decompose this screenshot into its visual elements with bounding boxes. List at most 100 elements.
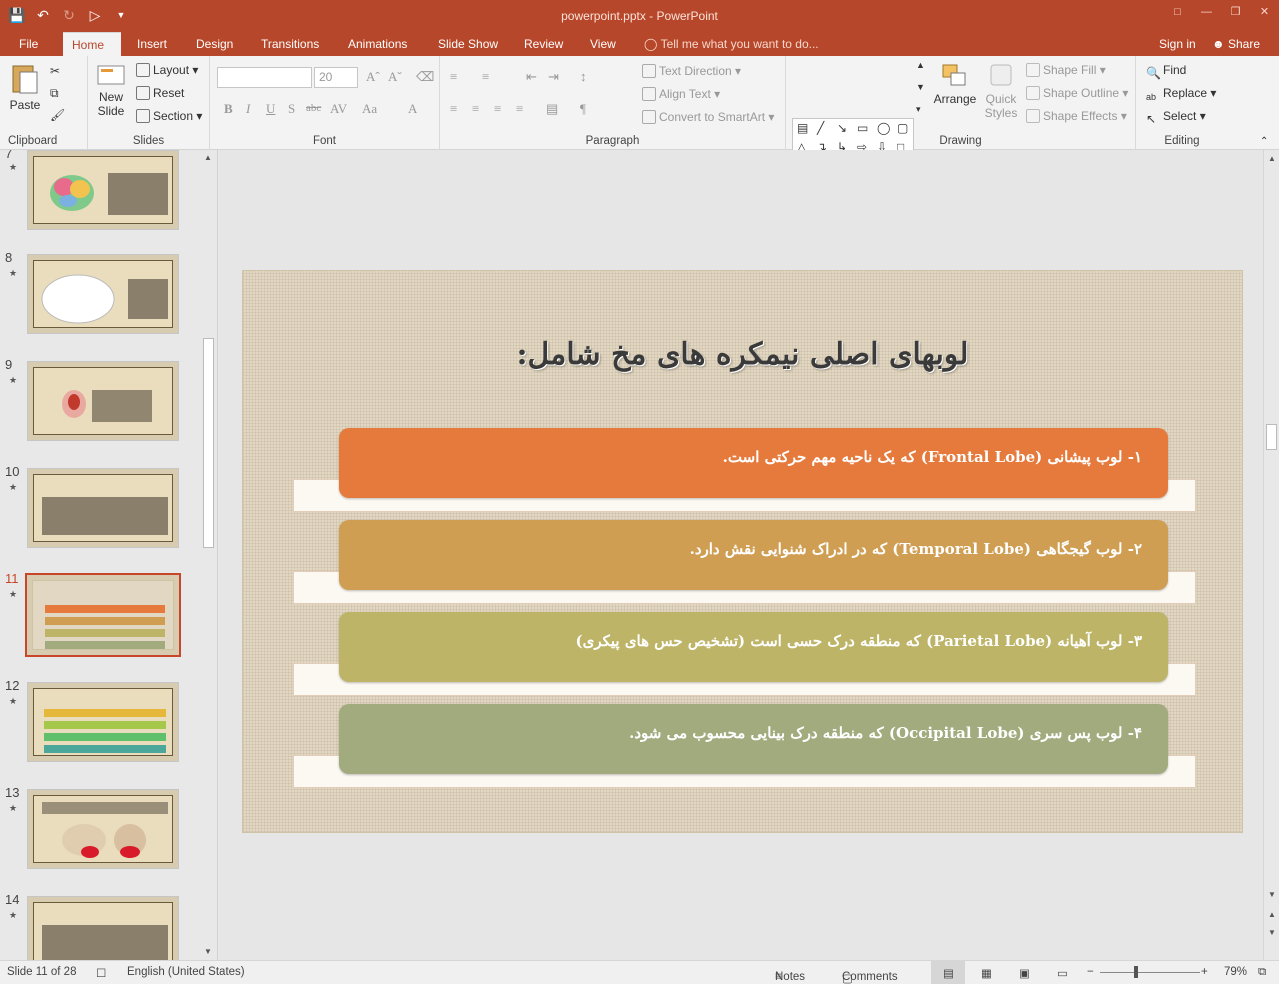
- font-size-field[interactable]: 20: [314, 67, 358, 88]
- arrange-button[interactable]: Arrange: [932, 62, 978, 106]
- lobe-item-4[interactable]: ۴- لوب پس سری (Occipital Lobe) که منطقه …: [339, 704, 1168, 774]
- find-button[interactable]: 🔍 Find: [1146, 63, 1186, 80]
- minimize-icon[interactable]: —: [1192, 0, 1221, 26]
- lobe-item-2[interactable]: ۲- لوب گیجگاهی (Temporal Lobe) که در ادر…: [339, 520, 1168, 590]
- tab-design[interactable]: Design: [187, 32, 242, 56]
- oval-shape-icon[interactable]: ◯: [877, 121, 890, 135]
- rectangle-shape-icon[interactable]: ▭: [857, 121, 868, 135]
- tab-slide-show[interactable]: Slide Show: [429, 32, 507, 56]
- zoom-slider-thumb[interactable]: [1134, 966, 1138, 978]
- format-painter-icon[interactable]: 🖌: [50, 108, 65, 122]
- strikethrough-icon[interactable]: abc: [306, 102, 321, 114]
- slide-thumbnail-12[interactable]: [27, 682, 179, 762]
- share-button[interactable]: ☻ Share: [1212, 32, 1260, 56]
- restore-icon[interactable]: ❐: [1221, 0, 1250, 26]
- tab-animations[interactable]: Animations: [339, 32, 416, 56]
- paste-button[interactable]: Paste: [8, 62, 42, 112]
- thumbnail-scrollbar[interactable]: ▲ ▼: [201, 150, 216, 960]
- arrow-line-shape-icon[interactable]: ↘: [837, 121, 847, 135]
- spell-check-icon[interactable]: ☐: [96, 966, 106, 980]
- slide-thumbnail-11[interactable]: [25, 573, 181, 657]
- slide-sorter-icon[interactable]: ▦: [981, 966, 992, 980]
- underline-icon[interactable]: U: [266, 101, 275, 117]
- scroll-down-icon[interactable]: ▼: [1268, 890, 1276, 899]
- fit-slide-icon[interactable]: ⧉: [1258, 966, 1266, 979]
- scroll-down-icon[interactable]: ▼: [204, 947, 212, 956]
- slide-scrollbar[interactable]: ▲ ▼ ▲ ▼: [1263, 150, 1279, 960]
- columns-icon[interactable]: ▤: [546, 101, 558, 117]
- collapse-ribbon-icon[interactable]: ⌃: [1260, 136, 1268, 147]
- copy-icon[interactable]: ⧉: [50, 86, 59, 101]
- numbering-icon[interactable]: ≡: [482, 69, 489, 85]
- slide-thumbnail-8[interactable]: [27, 254, 179, 334]
- font-color-icon[interactable]: A: [408, 101, 417, 117]
- sign-in-link[interactable]: Sign in: [1159, 32, 1196, 56]
- align-left-icon[interactable]: ≡: [450, 101, 457, 117]
- tab-home[interactable]: Home: [63, 32, 121, 56]
- font-name-field[interactable]: [217, 67, 312, 88]
- align-center-icon[interactable]: ≡: [472, 101, 479, 117]
- reading-view-icon[interactable]: ▣: [1019, 966, 1030, 980]
- tab-file[interactable]: File: [10, 32, 47, 56]
- bullets-icon[interactable]: ≡: [450, 69, 457, 85]
- new-slide-button[interactable]: New Slide: [92, 62, 130, 118]
- tab-insert[interactable]: Insert: [128, 32, 176, 56]
- shape-effects-button[interactable]: Shape Effects ▾: [1026, 109, 1127, 123]
- textbox-shape-icon[interactable]: ▤: [797, 121, 808, 135]
- rounded-rectangle-shape-icon[interactable]: ▢: [897, 121, 908, 135]
- decrease-indent-icon[interactable]: ⇤: [526, 69, 537, 85]
- gallery-more-icon[interactable]: ▾: [916, 104, 921, 115]
- language-indicator[interactable]: English (United States): [127, 966, 245, 978]
- change-case-icon[interactable]: Aa: [362, 101, 377, 117]
- section-button[interactable]: Section ▾: [136, 109, 202, 123]
- next-slide-icon[interactable]: ▼: [1268, 928, 1276, 937]
- slide-thumbnail-7[interactable]: [27, 150, 179, 230]
- increase-indent-icon[interactable]: ⇥: [548, 69, 559, 85]
- layout-button[interactable]: Layout ▾: [136, 63, 198, 77]
- slide-thumbnail-14[interactable]: [27, 896, 179, 960]
- slide-title[interactable]: لوبهای اصلی نیمکره های مخ شامل:: [243, 337, 1242, 372]
- zoom-level[interactable]: 79%: [1224, 966, 1247, 978]
- decrease-font-size-icon[interactable]: Aˇ: [388, 69, 402, 85]
- character-spacing-icon[interactable]: AV: [330, 101, 347, 117]
- align-right-icon[interactable]: ≡: [494, 101, 501, 117]
- tell-me-search[interactable]: ◯ Tell me what you want to do...: [644, 32, 819, 56]
- ribbon-display-options-icon[interactable]: □: [1163, 0, 1192, 26]
- zoom-slider[interactable]: [1100, 972, 1200, 973]
- bold-icon[interactable]: B: [224, 101, 233, 117]
- slide-thumbnail-9[interactable]: [27, 361, 179, 441]
- tab-review[interactable]: Review: [515, 32, 572, 56]
- scrollbar-thumb[interactable]: [1266, 424, 1277, 450]
- line-spacing-icon[interactable]: ↕: [580, 69, 587, 85]
- quick-styles-button[interactable]: Quick Styles: [980, 62, 1022, 120]
- line-shape-icon[interactable]: ╱: [817, 121, 824, 135]
- slide-thumbnail-10[interactable]: [27, 468, 179, 548]
- scrollbar-thumb[interactable]: [203, 338, 214, 548]
- gallery-scroll-down-icon[interactable]: ▼: [916, 82, 925, 92]
- lobe-item-3[interactable]: ۳- لوب آهیانه (Parietal Lobe) که منطقه د…: [339, 612, 1168, 682]
- zoom-out-icon[interactable]: −: [1087, 966, 1094, 978]
- replace-button[interactable]: ab Replace ▾: [1146, 86, 1216, 106]
- text-shadow-icon[interactable]: S: [288, 101, 295, 117]
- tab-view[interactable]: View: [581, 32, 625, 56]
- lobe-item-1[interactable]: ۱- لوب پیشانی (Frontal Lobe) که یک ناحیه…: [339, 428, 1168, 498]
- slide-thumbnail-13[interactable]: [27, 789, 179, 869]
- convert-smartart-button[interactable]: Convert to SmartArt ▾: [642, 110, 774, 124]
- slide-canvas[interactable]: لوبهای اصلی نیمکره های مخ شامل: ۱- لوب پ…: [242, 270, 1243, 833]
- previous-slide-icon[interactable]: ▲: [1268, 910, 1276, 919]
- italic-icon[interactable]: I: [246, 101, 250, 117]
- clear-formatting-icon[interactable]: ⌫: [416, 69, 434, 85]
- paragraph-direction-icon[interactable]: ¶: [580, 101, 586, 117]
- tab-transitions[interactable]: Transitions: [252, 32, 328, 56]
- select-button[interactable]: ↖ Select ▾: [1146, 109, 1206, 126]
- cut-icon[interactable]: ✂: [50, 64, 60, 78]
- gallery-scroll-up-icon[interactable]: ▲: [916, 60, 925, 70]
- zoom-in-icon[interactable]: +: [1201, 966, 1208, 978]
- scroll-up-icon[interactable]: ▲: [204, 153, 212, 162]
- slide-show-icon[interactable]: ▭: [1057, 966, 1068, 980]
- reset-button[interactable]: Reset: [136, 86, 184, 100]
- increase-font-size-icon[interactable]: Aˆ: [366, 69, 380, 85]
- scroll-up-icon[interactable]: ▲: [1268, 154, 1276, 163]
- close-icon[interactable]: ✕: [1250, 0, 1279, 26]
- text-direction-button[interactable]: Text Direction ▾: [642, 64, 741, 78]
